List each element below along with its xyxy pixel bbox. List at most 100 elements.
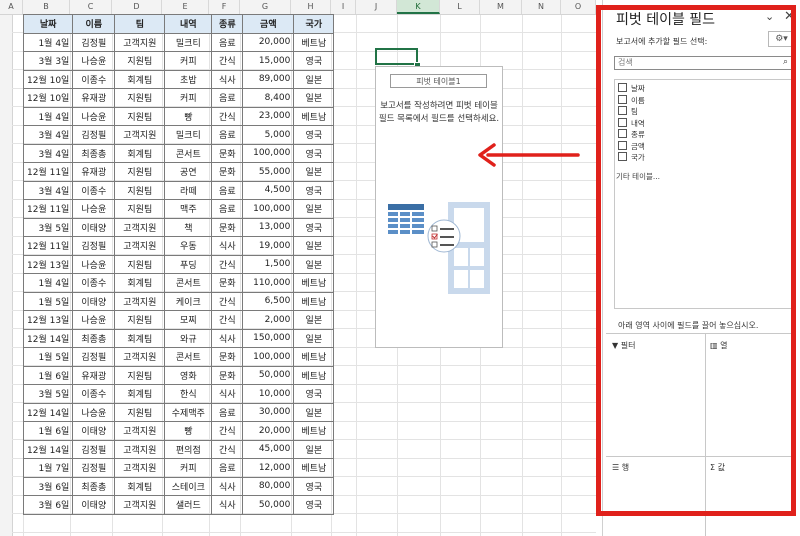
table-cell[interactable]: 베트남 xyxy=(293,421,335,441)
table-cell[interactable]: 식사 xyxy=(211,328,244,348)
table-cell[interactable]: 나승윤 xyxy=(72,199,116,219)
table-cell[interactable]: 12월 11일 xyxy=(22,236,74,256)
table-cell[interactable]: 지원팀 xyxy=(114,106,166,126)
table-cell[interactable]: 지원팀 xyxy=(114,254,166,274)
table-cell[interactable]: 3월 4일 xyxy=(22,125,74,145)
table-cell[interactable]: 12월 11일 xyxy=(22,162,74,182)
column-header-e[interactable]: E xyxy=(162,0,209,14)
table-cell[interactable]: 음료 xyxy=(211,199,244,219)
table-cell[interactable]: 일본 xyxy=(293,310,335,330)
column-header-m[interactable]: M xyxy=(480,0,522,14)
table-cell[interactable]: 영국 xyxy=(293,51,335,71)
table-cell[interactable]: 50,000 xyxy=(242,365,295,385)
table-cell[interactable]: 일본 xyxy=(293,162,335,182)
table-cell[interactable]: 3월 5일 xyxy=(22,217,74,237)
table-cell[interactable]: 100,000 xyxy=(242,143,295,163)
table-cell[interactable]: 콘서트 xyxy=(164,347,213,367)
table-cell[interactable]: 김정필 xyxy=(72,125,116,145)
table-cell[interactable]: 1월 6일 xyxy=(22,421,74,441)
table-cell[interactable]: 19,000 xyxy=(242,236,295,256)
table-cell[interactable]: 간식 xyxy=(211,421,244,441)
table-cell[interactable]: 고객지원 xyxy=(114,347,166,367)
table-cell[interactable]: 김정필 xyxy=(72,458,116,478)
table-cell[interactable]: 4,500 xyxy=(242,180,295,200)
table-header-cell[interactable]: 팀 xyxy=(114,14,166,34)
table-header-cell[interactable]: 금액 xyxy=(242,14,295,34)
table-cell[interactable]: 150,000 xyxy=(242,328,295,348)
table-cell[interactable]: 6,500 xyxy=(242,291,295,311)
column-header-o[interactable]: O xyxy=(561,0,596,14)
table-cell[interactable]: 20,000 xyxy=(242,421,295,441)
table-cell[interactable]: 베트남 xyxy=(293,291,335,311)
table-cell[interactable]: 1월 7일 xyxy=(22,458,74,478)
table-cell[interactable]: 지원팀 xyxy=(114,402,166,422)
table-cell[interactable]: 고객지원 xyxy=(114,495,166,515)
table-cell[interactable]: 1월 6일 xyxy=(22,365,74,385)
table-cell[interactable]: 식사 xyxy=(211,69,244,89)
table-cell[interactable]: 이태양 xyxy=(72,495,116,515)
table-cell[interactable]: 지원팀 xyxy=(114,162,166,182)
table-cell[interactable]: 1,500 xyxy=(242,254,295,274)
table-cell[interactable]: 12월 14일 xyxy=(22,439,74,459)
table-cell[interactable]: 간식 xyxy=(211,106,244,126)
table-cell[interactable]: 유재광 xyxy=(72,365,116,385)
table-cell[interactable]: 100,000 xyxy=(242,347,295,367)
table-cell[interactable]: 15,000 xyxy=(242,51,295,71)
table-cell[interactable]: 영국 xyxy=(293,217,335,237)
table-cell[interactable]: 영국 xyxy=(293,476,335,496)
table-cell[interactable]: 간식 xyxy=(211,291,244,311)
table-cell[interactable]: 스테이크 xyxy=(164,476,213,496)
table-header-cell[interactable]: 이름 xyxy=(72,14,116,34)
selected-cell[interactable] xyxy=(375,48,418,65)
column-header-k[interactable]: K xyxy=(397,0,440,14)
table-cell[interactable]: 식사 xyxy=(211,236,244,256)
table-cell[interactable]: 고객지원 xyxy=(114,236,166,256)
table-cell[interactable]: 편의점 xyxy=(164,439,213,459)
table-cell[interactable]: 이종수 xyxy=(72,273,116,293)
table-header-cell[interactable]: 날짜 xyxy=(22,14,74,34)
table-cell[interactable]: 이종수 xyxy=(72,384,116,404)
table-cell[interactable]: 일본 xyxy=(293,439,335,459)
table-cell[interactable]: 고객지원 xyxy=(114,458,166,478)
column-header-f[interactable]: F xyxy=(209,0,240,14)
table-cell[interactable]: 간식 xyxy=(211,51,244,71)
table-cell[interactable]: 1월 5일 xyxy=(22,291,74,311)
column-header-g[interactable]: G xyxy=(240,0,291,14)
table-cell[interactable]: 일본 xyxy=(293,236,335,256)
table-cell[interactable]: 김정필 xyxy=(72,32,116,52)
table-cell[interactable]: 3월 6일 xyxy=(22,476,74,496)
table-cell[interactable]: 영국 xyxy=(293,384,335,404)
table-cell[interactable]: 지원팀 xyxy=(114,180,166,200)
table-cell[interactable]: 콘서트 xyxy=(164,273,213,293)
table-cell[interactable]: 간식 xyxy=(211,439,244,459)
table-cell[interactable]: 문화 xyxy=(211,347,244,367)
table-cell[interactable]: 일본 xyxy=(293,69,335,89)
table-cell[interactable]: 음료 xyxy=(211,458,244,478)
table-cell[interactable]: 지원팀 xyxy=(114,199,166,219)
table-cell[interactable]: 회계팀 xyxy=(114,476,166,496)
table-cell[interactable]: 라떼 xyxy=(164,180,213,200)
table-cell[interactable]: 샐러드 xyxy=(164,495,213,515)
column-header-i[interactable]: I xyxy=(331,0,356,14)
table-cell[interactable]: 음료 xyxy=(211,32,244,52)
table-cell[interactable]: 우동 xyxy=(164,236,213,256)
table-cell[interactable]: 이태양 xyxy=(72,291,116,311)
table-cell[interactable]: 식사 xyxy=(211,476,244,496)
column-header-l[interactable]: L xyxy=(440,0,480,14)
table-cell[interactable]: 12월 10일 xyxy=(22,88,74,108)
table-cell[interactable]: 45,000 xyxy=(242,439,295,459)
table-cell[interactable]: 이종수 xyxy=(72,180,116,200)
table-cell[interactable]: 3월 5일 xyxy=(22,384,74,404)
table-cell[interactable]: 문화 xyxy=(211,217,244,237)
table-cell[interactable]: 식사 xyxy=(211,384,244,404)
table-cell[interactable]: 베트남 xyxy=(293,106,335,126)
table-cell[interactable]: 1월 5일 xyxy=(22,347,74,367)
table-cell[interactable]: 밀크티 xyxy=(164,125,213,145)
table-cell[interactable]: 나승윤 xyxy=(72,402,116,422)
table-cell[interactable]: 베트남 xyxy=(293,458,335,478)
table-cell[interactable]: 이태양 xyxy=(72,421,116,441)
table-cell[interactable]: 나승윤 xyxy=(72,51,116,71)
table-cell[interactable]: 12월 14일 xyxy=(22,402,74,422)
table-cell[interactable]: 2,000 xyxy=(242,310,295,330)
table-cell[interactable]: 20,000 xyxy=(242,32,295,52)
